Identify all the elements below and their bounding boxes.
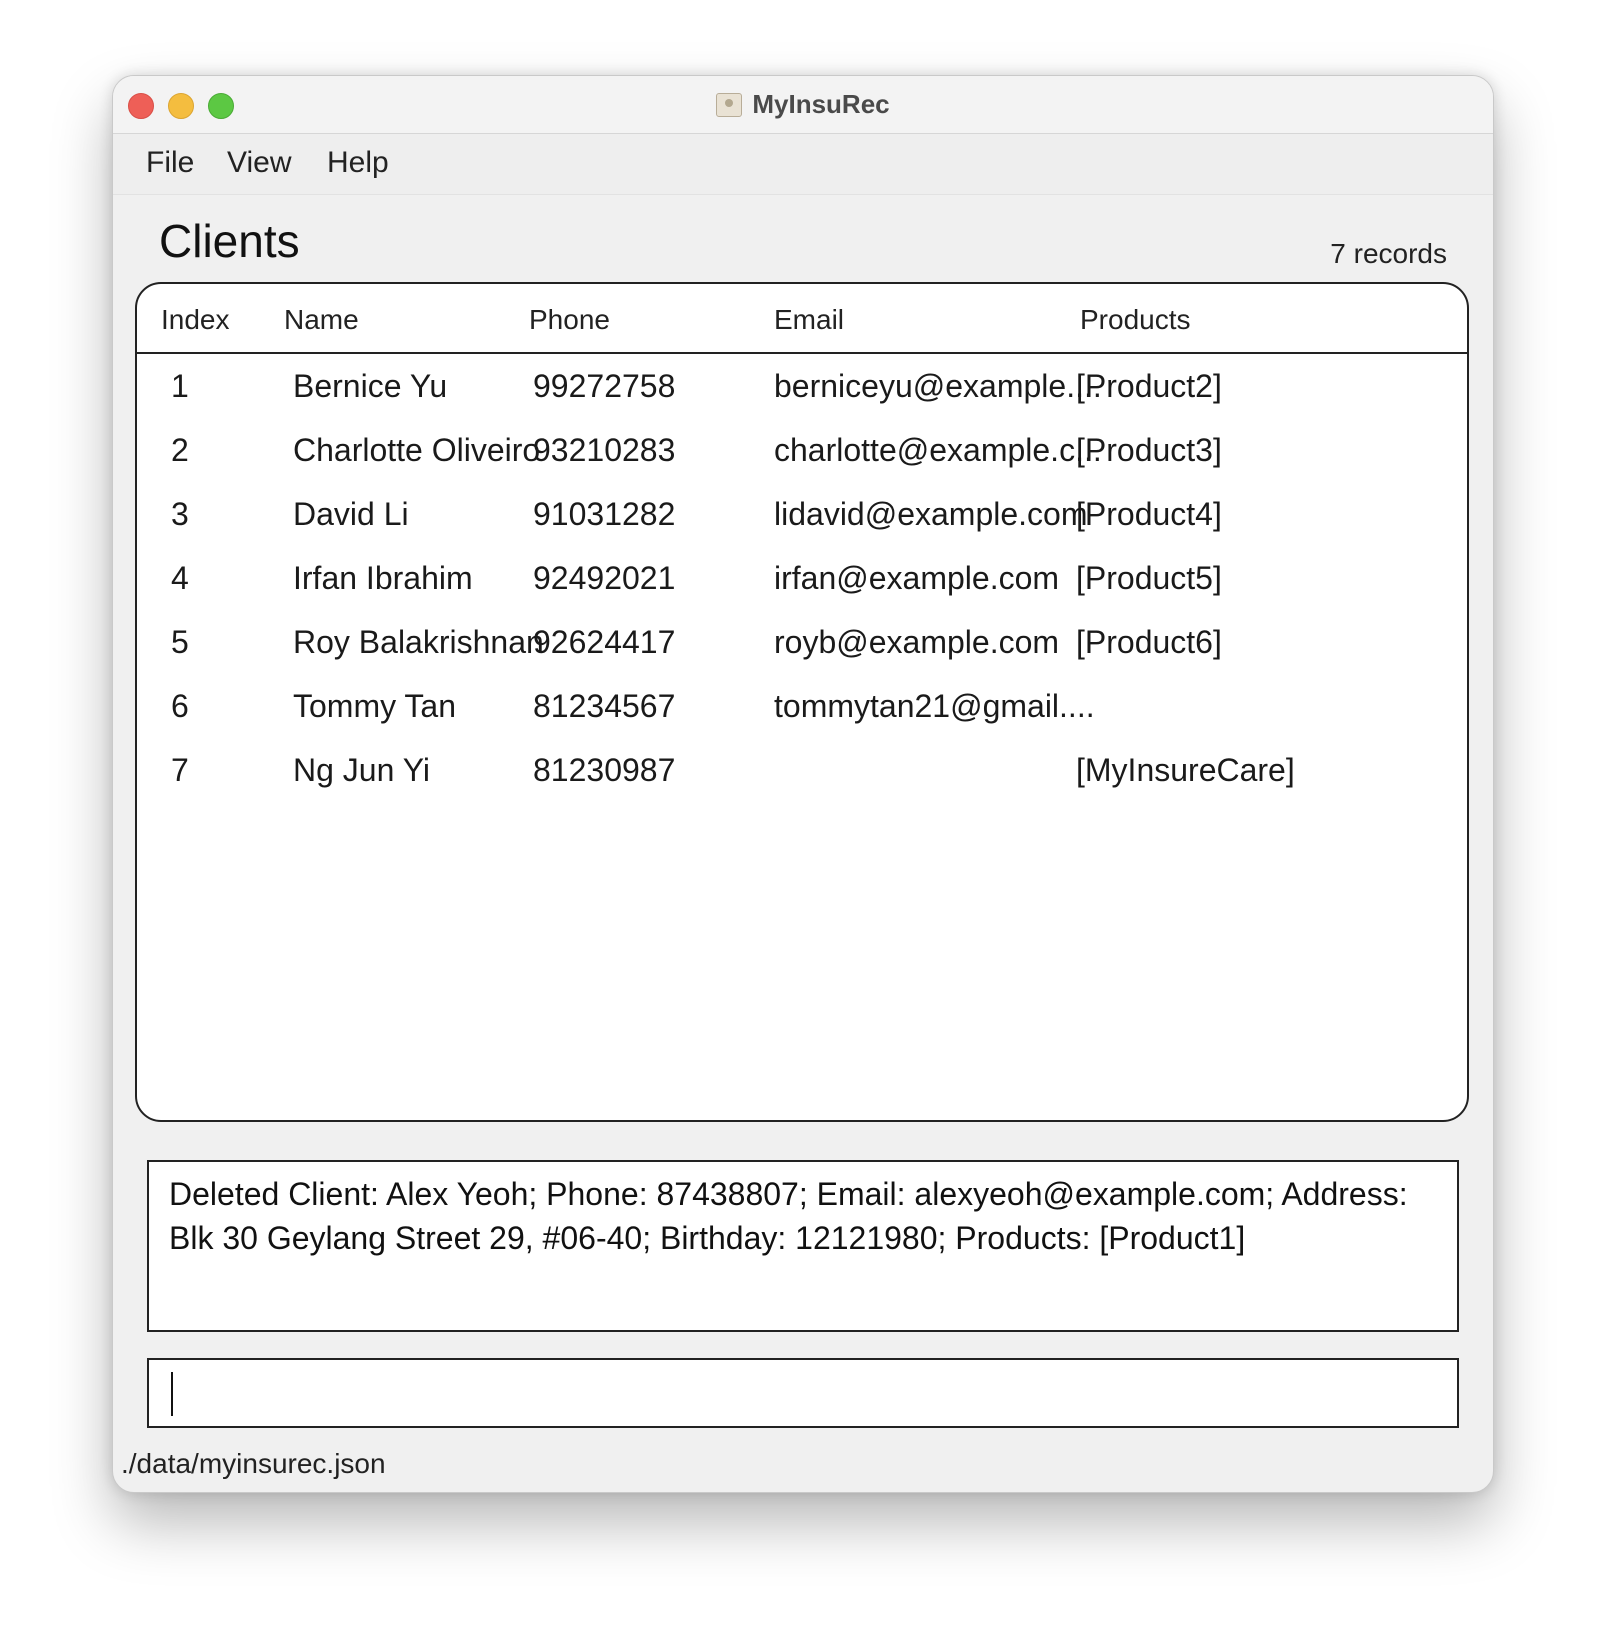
cell-name: Ng Jun Yi <box>293 752 430 788</box>
cell-index: 2 <box>171 432 189 468</box>
status-file-path: ./data/myinsurec.json <box>121 1448 386 1479</box>
cell-phone: 92492021 <box>533 560 676 596</box>
cell-index: 7 <box>171 752 189 788</box>
table-header: Index Name Phone Email Products <box>137 284 1467 354</box>
column-header-products[interactable]: Products <box>1080 304 1191 336</box>
window-title: MyInsuRec <box>752 89 890 119</box>
cell-products: [Product5] <box>1076 560 1222 596</box>
clients-heading: Clients <box>159 215 300 267</box>
menu-bar: File View Help <box>113 134 1493 195</box>
menu-help[interactable]: Help <box>327 146 389 180</box>
record-count: 7 records <box>1330 238 1447 269</box>
table-row[interactable]: 7 Ng Jun Yi 81230987 [MyInsureCare] <box>137 738 1467 802</box>
table-row[interactable]: 3 David Li 91031282 lidavid@example.com [Pro… <box>137 482 1467 546</box>
title-bar: MyInsuRec <box>113 76 1493 134</box>
command-input[interactable] <box>147 1358 1459 1428</box>
cell-name: Tommy Tan <box>293 688 457 724</box>
cell-index: 1 <box>171 368 189 404</box>
cell-products: [Product4] <box>1076 496 1222 532</box>
cell-index: 3 <box>171 496 189 532</box>
cell-name: Roy Balakrishnan <box>293 624 544 660</box>
cell-products: [Product3] <box>1076 432 1222 468</box>
column-header-email[interactable]: Email <box>774 304 844 336</box>
table-row[interactable]: 1 Bernice Yu 99272758 berniceyu@example....… <box>137 354 1467 418</box>
cell-name: David Li <box>293 496 409 532</box>
cell-email: lidavid@example.com <box>774 496 1088 532</box>
result-display: Deleted Client: Alex Yeoh; Phone: 874388… <box>147 1160 1459 1332</box>
app-window: MyInsuRec File View Help Clients 7 recor… <box>112 75 1494 1493</box>
cell-phone: 93210283 <box>533 432 676 468</box>
cell-products: [Product6] <box>1076 624 1222 660</box>
cell-index: 6 <box>171 688 189 724</box>
cell-phone: 81234567 <box>533 688 676 724</box>
column-header-phone[interactable]: Phone <box>529 304 610 336</box>
cell-email: charlotte@example.c... <box>774 432 1102 468</box>
cell-name: Bernice Yu <box>293 368 448 404</box>
result-message: Deleted Client: Alex Yeoh; Phone: 874388… <box>169 1176 1408 1256</box>
cell-email: irfan@example.com <box>774 560 1060 596</box>
clients-table: Index Name Phone Email Products 1 Bernice… <box>135 282 1469 1122</box>
cell-products: [Product2] <box>1076 368 1222 404</box>
table-body: 1 Bernice Yu 99272758 berniceyu@example....… <box>137 354 1467 802</box>
cell-name: Irfan Ibrahim <box>293 560 473 596</box>
cell-phone: 99272758 <box>533 368 676 404</box>
cell-name: Charlotte Oliveiro <box>293 432 541 468</box>
menu-view[interactable]: View <box>227 146 291 180</box>
cell-phone: 91031282 <box>533 496 676 532</box>
column-header-name[interactable]: Name <box>284 304 359 336</box>
cell-email: royb@example.com <box>774 624 1060 660</box>
table-row[interactable]: 4 Irfan Ibrahim 92492021 irfan@example.com [… <box>137 546 1467 610</box>
table-row[interactable]: 6 Tommy Tan 81234567 tommytan21@gmail.... <box>137 674 1467 738</box>
table-row[interactable]: 5 Roy Balakrishnan 92624417 royb@example.co… <box>137 610 1467 674</box>
cell-email: tommytan21@gmail.... <box>774 688 1095 724</box>
text-caret <box>171 1372 173 1416</box>
table-row[interactable]: 2 Charlotte Oliveiro 93210283 charlotte@exa… <box>137 418 1467 482</box>
cell-index: 5 <box>171 624 189 660</box>
cell-phone: 92624417 <box>533 624 676 660</box>
column-header-index[interactable]: Index <box>161 304 230 336</box>
cell-products: [MyInsureCare] <box>1076 752 1295 788</box>
app-icon <box>716 92 743 117</box>
cell-phone: 81230987 <box>533 752 676 788</box>
menu-file[interactable]: File <box>146 146 194 180</box>
cell-index: 4 <box>171 560 189 596</box>
cell-email: berniceyu@example.... <box>774 368 1102 404</box>
